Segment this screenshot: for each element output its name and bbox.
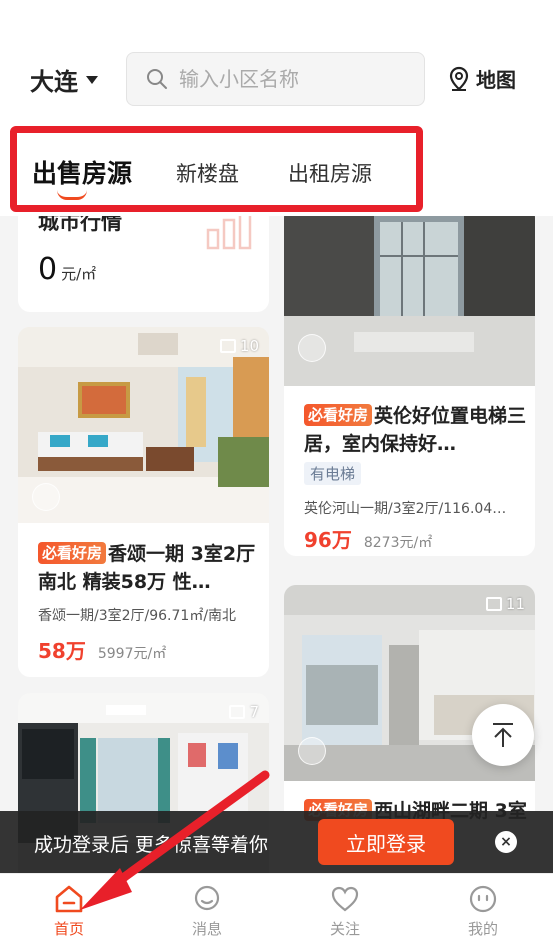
image-count: 10 bbox=[219, 337, 259, 355]
heart-icon bbox=[331, 886, 359, 912]
tab-new-homes[interactable]: 新楼盘 bbox=[176, 158, 239, 188]
message-icon bbox=[194, 885, 220, 911]
search-bar[interactable] bbox=[126, 52, 425, 106]
must-see-badge: 必看好房 bbox=[38, 542, 107, 564]
listing-photo bbox=[284, 216, 535, 386]
picture-icon bbox=[219, 339, 236, 353]
nav-profile[interactable]: 我的 bbox=[443, 884, 523, 939]
listing-meta: 香颂一期/3室2厅/96.71㎡/南北 bbox=[38, 608, 237, 624]
elevator-tag: 有电梯 bbox=[304, 462, 362, 485]
image-count: 11 bbox=[485, 595, 525, 613]
app-screen: 大连 地图 出售房源 新楼盘 出租房源 bbox=[0, 0, 553, 949]
market-card[interactable]: 城市行情 0 元/㎡ bbox=[18, 216, 269, 312]
vr-view-icon[interactable] bbox=[298, 334, 326, 362]
total-price: 96万 bbox=[304, 528, 352, 552]
map-button[interactable]: 地图 bbox=[448, 64, 516, 93]
listing-title: 必看好房 香颂一期 3室2厅 南北 精装58万 性… bbox=[38, 542, 256, 593]
listing-meta: 英伦河山一期/3室2厅/116.04… bbox=[304, 501, 507, 517]
listing-card[interactable]: 10 必看好房 香颂一期 3室2厅 南北 精装58万 性… 香颂一期/3室2厅/9… bbox=[18, 327, 269, 677]
market-price-value: 0 bbox=[38, 252, 58, 287]
city-selector[interactable]: 大连 bbox=[30, 62, 98, 97]
listing-price: 96万 8273元/㎡ bbox=[304, 524, 432, 553]
tab-rentals[interactable]: 出租房源 bbox=[288, 158, 372, 188]
tab-for-sale[interactable]: 出售房源 bbox=[32, 154, 132, 190]
vr-view-icon[interactable] bbox=[32, 483, 60, 511]
top-header: 大连 地图 出售房源 新楼盘 出租房源 bbox=[0, 0, 553, 216]
nav-home[interactable]: 首页 bbox=[29, 884, 109, 939]
market-chart-icon bbox=[206, 216, 252, 250]
arrow-up-icon bbox=[493, 723, 513, 747]
listing-type-tabs: 出售房源 新楼盘 出租房源 bbox=[0, 140, 553, 210]
listing-price: 58万 5997元/㎡ bbox=[38, 635, 166, 664]
search-icon bbox=[147, 69, 167, 89]
must-see-badge: 必看好房 bbox=[304, 404, 373, 426]
active-tab-indicator bbox=[57, 190, 87, 200]
caret-down-icon bbox=[86, 75, 98, 84]
market-price-unit: 元/㎡ bbox=[61, 265, 97, 283]
bottom-navigation: 首页 消息 关注 我的 bbox=[0, 873, 553, 949]
profile-icon bbox=[469, 885, 497, 913]
unit-price: 8273元/㎡ bbox=[363, 535, 433, 551]
market-title: 城市行情 bbox=[38, 216, 122, 234]
picture-icon bbox=[229, 705, 246, 719]
unit-price: 5997元/㎡ bbox=[97, 646, 167, 662]
nav-favorites[interactable]: 关注 bbox=[305, 884, 385, 939]
back-to-top-button[interactable] bbox=[472, 704, 534, 766]
market-price: 0 元/㎡ bbox=[38, 252, 96, 287]
listing-title: 必看好房 英伦好位置电梯三居，室内保持好… bbox=[304, 404, 527, 455]
image-count: 7 bbox=[229, 703, 259, 721]
home-icon bbox=[55, 885, 83, 913]
nav-messages[interactable]: 消息 bbox=[167, 884, 247, 939]
login-banner: 成功登录后 更多惊喜等着你 立即登录 × bbox=[0, 811, 553, 873]
map-label: 地图 bbox=[476, 68, 516, 92]
login-prompt-text: 成功登录后 更多惊喜等着你 bbox=[34, 834, 269, 856]
listing-card[interactable]: 必看好房 英伦好位置电梯三居，室内保持好… 有电梯 英伦河山一期/3室2厅/116… bbox=[284, 216, 535, 556]
close-icon[interactable]: × bbox=[495, 831, 517, 853]
city-label: 大连 bbox=[30, 68, 78, 96]
picture-icon bbox=[485, 597, 502, 611]
login-button[interactable]: 立即登录 bbox=[318, 819, 454, 865]
total-price: 58万 bbox=[38, 639, 86, 663]
location-pin-icon bbox=[449, 66, 469, 91]
search-input[interactable] bbox=[179, 67, 399, 91]
vr-view-icon[interactable] bbox=[298, 737, 326, 765]
